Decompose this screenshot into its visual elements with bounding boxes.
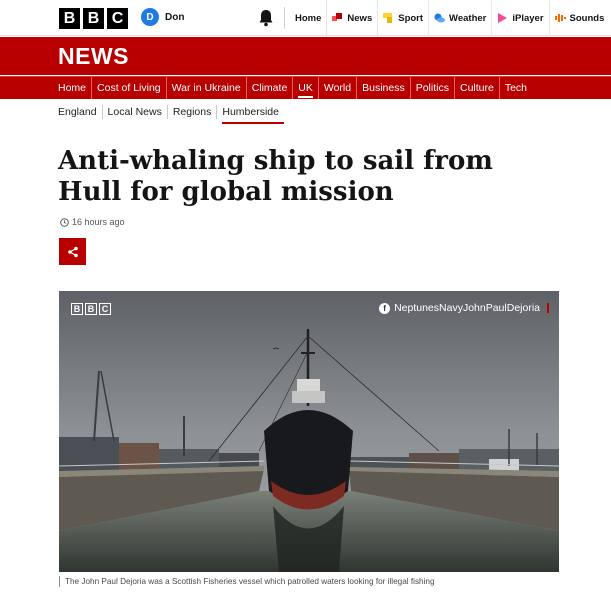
category-business[interactable]: Business [356,77,410,99]
topnav-news[interactable]: News [326,0,377,36]
share-button[interactable] [59,238,86,265]
image-bbc-watermark: B B C [71,303,111,315]
image-credit-text: NeptunesNavyJohnPaulDejoria [394,302,540,314]
watermark-letter: B [71,303,83,315]
ship-photo [59,291,559,572]
subnav-humberside[interactable]: Humberside [216,105,284,124]
news-icon [332,13,343,21]
avatar: D [141,8,159,26]
topnav-iplayer[interactable]: iPlayer [491,0,548,36]
image-caption: The John Paul Dejoria was a Scottish Fis… [59,576,435,587]
category-world[interactable]: World [317,77,356,99]
category-war-in-ukraine[interactable]: War in Ukraine [165,77,246,99]
sport-icon [383,13,393,23]
facebook-icon: f [379,302,391,314]
category-navigation: Home Cost of Living War in Ukraine Clima… [0,76,611,99]
topnav-label: Sport [398,12,424,24]
category-culture[interactable]: Culture [453,77,499,99]
topnav-sounds[interactable]: Sounds [548,0,610,36]
top-navigation: Home News Sport Weather iPlayer Sounds [295,0,609,36]
topnav-label: Weather [449,12,487,24]
account-name: Don [165,11,185,23]
subnav-local-news[interactable]: Local News [101,105,167,119]
timestamp-text: 16 hours ago [72,217,125,227]
bbc-logo[interactable]: B B C [59,8,128,29]
news-banner: NEWS [0,37,611,75]
topnav-label: Sounds [569,12,605,24]
topnav-label: iPlayer [512,12,544,24]
sub-navigation: England Local News Regions Humberside [58,104,284,124]
global-header: B B C D Don Home News Sport Weather iPla… [0,0,611,36]
subnav-regions[interactable]: Regions [166,105,217,119]
topnav-weather[interactable]: Weather [428,0,491,36]
logo-letter: B [83,8,104,29]
share-icon [67,246,78,257]
logo-letter: C [107,8,128,29]
category-uk[interactable]: UK [292,77,318,99]
logo-letter: B [59,8,80,29]
news-title[interactable]: NEWS [58,43,129,70]
watermark-letter: C [99,303,111,315]
iplayer-icon [498,13,508,23]
credit-accent-bar [547,303,549,313]
bell-icon[interactable] [258,9,274,27]
subnav-england[interactable]: England [58,105,102,119]
article-hero-image[interactable]: B B C f NeptunesNavyJohnPaulDejoria [59,291,559,572]
topnav-label: Home [295,12,322,24]
clock-icon [60,217,69,227]
watermark-letter: B [85,303,97,315]
category-tech[interactable]: Tech [498,77,532,99]
image-credit: f NeptunesNavyJohnPaulDejoria [379,302,549,314]
category-cost-of-living[interactable]: Cost of Living [91,77,166,99]
topnav-home[interactable]: Home [295,0,326,36]
divider [284,7,285,29]
category-politics[interactable]: Politics [409,77,454,99]
account-button[interactable]: D Don [141,8,184,26]
topnav-label: News [347,12,373,24]
weather-icon [434,13,446,23]
category-home[interactable]: Home [58,77,91,99]
category-climate[interactable]: Climate [245,77,293,99]
article-headline: Anti-whaling ship to sail from Hull for … [58,146,493,207]
sounds-icon [554,14,566,22]
topnav-sport[interactable]: Sport [377,0,428,36]
article-timestamp: 16 hours ago [60,217,125,227]
